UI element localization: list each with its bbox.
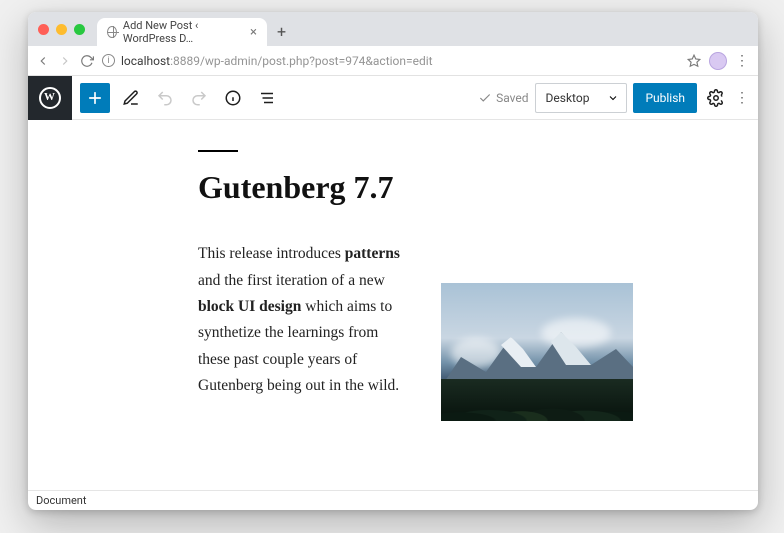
content-info-icon[interactable] bbox=[220, 85, 246, 111]
editor-canvas[interactable]: Gutenberg 7.7 This release introduces pa… bbox=[28, 120, 758, 490]
minimize-window-icon[interactable] bbox=[56, 24, 67, 35]
window-controls[interactable] bbox=[38, 24, 85, 35]
browser-menu-icon[interactable]: ⋮ bbox=[735, 53, 750, 69]
editor-footer: Document bbox=[28, 490, 758, 510]
reload-button[interactable] bbox=[80, 54, 94, 68]
bookmark-star-icon[interactable] bbox=[687, 54, 701, 68]
new-tab-button[interactable]: + bbox=[277, 22, 286, 41]
paragraph-block[interactable]: This release introduces patterns and the… bbox=[198, 241, 413, 399]
mountain-decoration bbox=[441, 327, 633, 387]
site-info-icon[interactable]: i bbox=[102, 54, 115, 67]
more-options-icon[interactable]: ⋮ bbox=[735, 90, 750, 106]
preview-label: Desktop bbox=[546, 91, 590, 105]
wp-logo-icon bbox=[39, 87, 61, 109]
redo-button bbox=[186, 85, 212, 111]
editor-left-tools bbox=[72, 83, 280, 113]
tab-title: Add New Post ‹ WordPress D… bbox=[123, 19, 240, 45]
post-title[interactable]: Gutenberg 7.7 bbox=[198, 170, 758, 205]
back-button[interactable] bbox=[36, 54, 50, 68]
breadcrumb-document[interactable]: Document bbox=[36, 494, 86, 507]
outline-icon[interactable] bbox=[254, 85, 280, 111]
settings-gear-icon[interactable] bbox=[703, 89, 729, 107]
browser-toolbar: i localhost:8889/wp-admin/post.php?post=… bbox=[28, 46, 758, 76]
close-tab-icon[interactable]: × bbox=[250, 25, 257, 40]
undo-button bbox=[152, 85, 178, 111]
forward-button bbox=[58, 54, 72, 68]
preview-dropdown[interactable]: Desktop bbox=[535, 83, 628, 113]
saved-label: Saved bbox=[496, 91, 528, 105]
browser-window: Add New Post ‹ WordPress D… × + i localh… bbox=[28, 12, 758, 510]
publish-label: Publish bbox=[645, 91, 685, 105]
add-block-button[interactable] bbox=[80, 83, 110, 113]
editor-right-tools: Saved Desktop Publish ⋮ bbox=[478, 83, 758, 113]
url-host: localhost bbox=[121, 54, 170, 68]
globe-icon bbox=[107, 26, 117, 38]
close-window-icon[interactable] bbox=[38, 24, 49, 35]
checkmark-icon bbox=[478, 91, 492, 105]
save-status: Saved bbox=[478, 91, 528, 105]
zoom-window-icon[interactable] bbox=[74, 24, 85, 35]
chevron-down-icon[interactable] bbox=[599, 83, 627, 113]
editor-toolbar: Saved Desktop Publish ⋮ bbox=[28, 76, 758, 120]
image-block[interactable] bbox=[441, 283, 633, 421]
trees-decoration bbox=[441, 379, 633, 421]
address-bar[interactable]: i localhost:8889/wp-admin/post.php?post=… bbox=[102, 54, 679, 68]
browser-tab[interactable]: Add New Post ‹ WordPress D… × bbox=[97, 18, 267, 46]
wordpress-logo[interactable] bbox=[28, 76, 72, 120]
browser-tabstrip: Add New Post ‹ WordPress D… × + bbox=[28, 12, 758, 46]
separator-block[interactable] bbox=[198, 150, 238, 152]
profile-avatar[interactable] bbox=[709, 52, 727, 70]
columns-block[interactable]: This release introduces patterns and the… bbox=[198, 241, 758, 421]
publish-button[interactable]: Publish bbox=[633, 83, 697, 113]
url-path: :8889/wp-admin/post.php?post=974&action=… bbox=[170, 54, 433, 68]
edit-mode-icon[interactable] bbox=[118, 85, 144, 111]
